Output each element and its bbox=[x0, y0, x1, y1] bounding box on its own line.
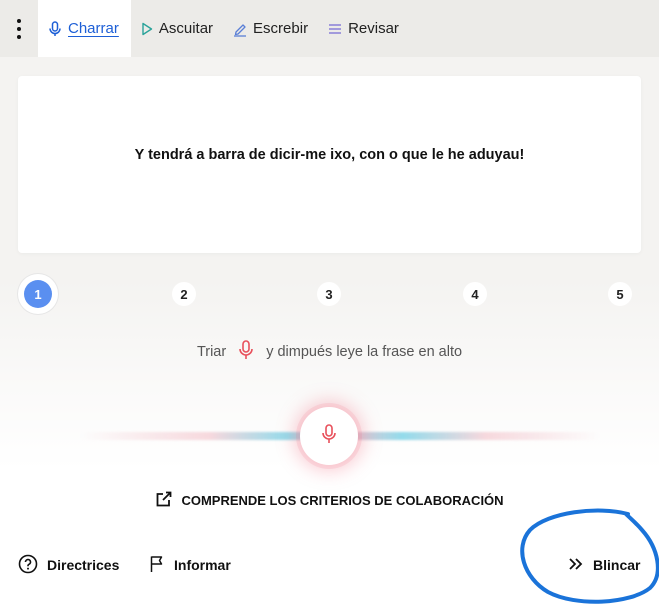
skip-label: Blincar bbox=[593, 557, 641, 573]
dot bbox=[17, 26, 21, 31]
tab-speak[interactable]: Charrar bbox=[38, 0, 131, 57]
dot bbox=[17, 18, 21, 23]
tab-write[interactable]: Escrebir bbox=[223, 0, 318, 57]
dot bbox=[17, 34, 21, 39]
tab-speak-label: Charrar bbox=[68, 20, 119, 37]
instruction-before: Triar bbox=[196, 344, 227, 360]
instruction: Triar y dimpués leye la frase en alto bbox=[0, 340, 659, 364]
step-1[interactable]: 1 bbox=[18, 274, 58, 314]
tab-listen[interactable]: Ascuitar bbox=[131, 0, 223, 57]
tab-review-label: Revisar bbox=[348, 20, 399, 37]
tab-listen-label: Ascuitar bbox=[158, 20, 214, 37]
step-3[interactable]: 3 bbox=[317, 282, 341, 306]
step-indicator: 1 2 3 4 5 bbox=[18, 274, 641, 314]
guidelines-label: Directrices bbox=[47, 557, 120, 573]
report-label: Informar bbox=[174, 557, 231, 573]
more-menu-button[interactable] bbox=[0, 0, 38, 57]
sentence-text: Y tendrá a barra de dicir-me ixo, con o … bbox=[134, 147, 525, 163]
report-button[interactable]: Informar bbox=[149, 552, 231, 578]
instruction-after: y dimpués leye la frase en alto bbox=[266, 344, 463, 360]
tab-write-label: Escrebir bbox=[253, 20, 309, 37]
list-icon bbox=[328, 23, 342, 35]
microphone-icon bbox=[48, 20, 62, 37]
microphone-icon bbox=[238, 340, 254, 364]
question-circle-icon bbox=[18, 554, 38, 577]
skip-button[interactable]: Blincar bbox=[568, 552, 640, 578]
double-chevron-right-icon bbox=[568, 557, 584, 574]
sentence-card: Y tendrá a barra de dicir-me ixo, con o … bbox=[18, 76, 641, 253]
step-4[interactable]: 4 bbox=[463, 282, 487, 306]
play-icon bbox=[141, 22, 153, 36]
step-1-number: 1 bbox=[24, 280, 52, 308]
guidelines-button[interactable]: Directrices bbox=[18, 552, 119, 578]
tab-review[interactable]: Revisar bbox=[318, 0, 409, 57]
pencil-icon bbox=[233, 21, 247, 37]
step-5[interactable]: 5 bbox=[608, 282, 632, 306]
criteria-link[interactable]: COMPRENDE LOS CRITERIOS DE COLABORACIÓN bbox=[0, 488, 659, 512]
top-nav: Charrar Ascuitar Escrebir Revisar bbox=[0, 0, 659, 57]
step-2[interactable]: 2 bbox=[172, 282, 196, 306]
external-link-icon bbox=[155, 490, 173, 511]
criteria-link-label: COMPRENDE LOS CRITERIOS DE COLABORACIÓN bbox=[181, 492, 504, 508]
flag-icon bbox=[149, 555, 165, 576]
microphone-icon bbox=[321, 423, 337, 449]
record-button[interactable] bbox=[300, 407, 358, 465]
